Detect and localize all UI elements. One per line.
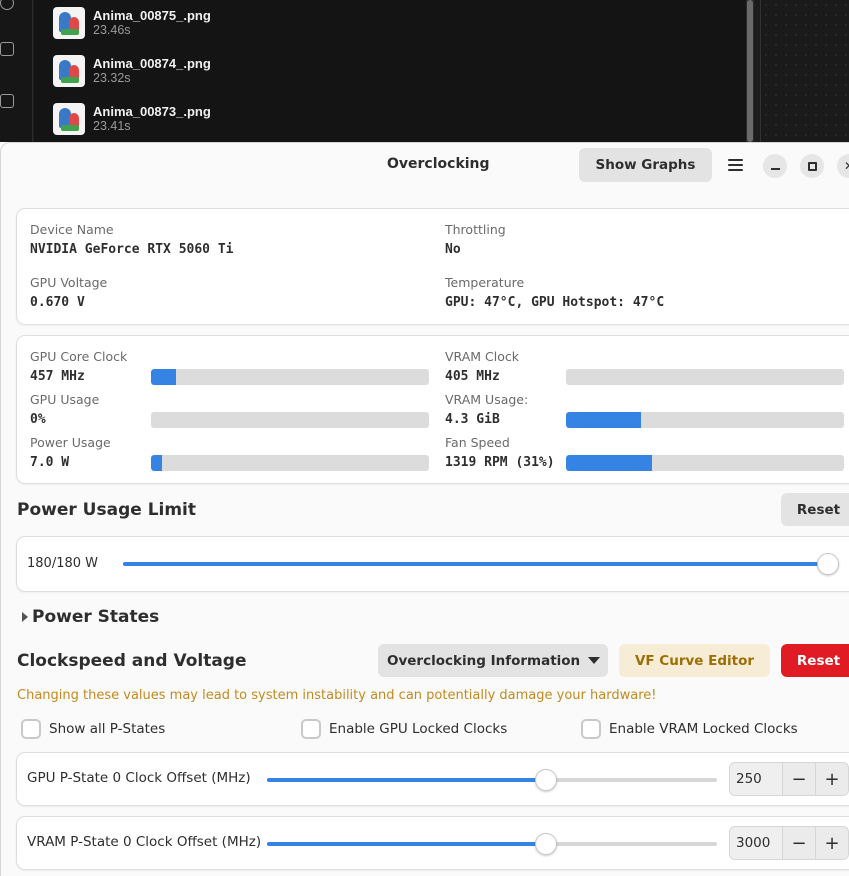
list-item[interactable]: Anima_00873_.png 23.41s <box>53 102 211 136</box>
chevron-down-icon <box>588 657 601 664</box>
checkbox-box[interactable] <box>301 719 321 739</box>
canvas-area <box>760 0 849 142</box>
checkbox-label: Show all P-States <box>49 721 166 737</box>
vram-offset-input[interactable]: 3000 <box>730 827 782 859</box>
vram-offset-slider[interactable] <box>267 833 717 855</box>
vram-offset-slider-handle[interactable] <box>535 833 557 855</box>
warning-text: Changing these values may lead to system… <box>17 688 657 703</box>
power-usage-bar <box>151 455 429 471</box>
vram-usage-bar <box>566 412 844 428</box>
throttling-value: No <box>445 242 461 257</box>
gpu-core-clock-value: 457 MHz <box>30 369 85 384</box>
vram-offset-spinner[interactable]: 3000 − + <box>729 826 849 860</box>
vram-offset-card: VRAM P-State 0 Clock Offset (MHz) 3000 −… <box>16 816 849 870</box>
checkbox-box[interactable] <box>581 719 601 739</box>
power-usage-limit-title: Power Usage Limit <box>17 500 197 520</box>
layout-icon[interactable] <box>0 94 14 108</box>
window-title: Overclocking <box>387 156 490 172</box>
gpu-usage-value: 0% <box>30 412 46 427</box>
gpu-offset-spinner[interactable]: 250 − + <box>729 762 849 796</box>
list-item[interactable]: Anima_00875_.png 23.46s <box>53 6 211 40</box>
background-app: Anima_00875_.png 23.46s Anima_00874_.png… <box>0 0 849 142</box>
gpu-voltage-value: 0.670 V <box>30 295 85 310</box>
file-time: 23.41s <box>93 119 131 133</box>
show-graphs-button[interactable]: Show Graphs <box>579 148 712 182</box>
decrement-icon[interactable]: − <box>782 763 815 795</box>
gpu-offset-label: GPU P-State 0 Clock Offset (MHz) <box>27 770 251 786</box>
thumbnail-image <box>53 103 85 135</box>
increment-icon[interactable]: + <box>815 827 848 859</box>
dropdown-selected-value: Overclocking Information <box>387 652 581 669</box>
stats-card: GPU Core Clock 457 MHz VRAM Clock 405 MH… <box>16 335 849 484</box>
expander-arrow-icon[interactable] <box>22 612 28 622</box>
file-name: Anima_00875_.png <box>93 8 211 23</box>
file-name: Anima_00873_.png <box>93 104 211 119</box>
file-name: Anima_00874_.png <box>93 56 211 71</box>
maximize-icon[interactable] <box>800 154 824 178</box>
device-name-label: Device Name <box>30 222 114 237</box>
vram-clock-bar <box>566 369 844 385</box>
power-usage-label: Power Usage <box>30 435 111 450</box>
fan-speed-value: 1319 RPM (31%) <box>445 455 555 470</box>
overclocking-window: Overclocking Show Graphs ✕ Device Name N… <box>0 142 849 876</box>
power-limit-slider-handle[interactable] <box>817 553 839 575</box>
gpu-offset-slider-handle[interactable] <box>535 769 557 791</box>
power-limit-slider[interactable] <box>123 553 839 575</box>
power-limit-card: 180/180 W <box>16 536 849 592</box>
gpu-voltage-label: GPU Voltage <box>30 275 108 290</box>
gpu-offset-card: GPU P-State 0 Clock Offset (MHz) 250 − + <box>16 752 849 806</box>
device-info-card: Device Name NVIDIA GeForce RTX 5060 Ti T… <box>16 208 849 325</box>
enable-vram-locked-clocks-checkbox[interactable]: Enable VRAM Locked Clocks <box>581 719 798 739</box>
enable-gpu-locked-clocks-checkbox[interactable]: Enable GPU Locked Clocks <box>301 719 507 739</box>
device-name-value: NVIDIA GeForce RTX 5060 Ti <box>30 242 234 257</box>
vram-clock-label: VRAM Clock <box>445 349 519 364</box>
clockspeed-reset-button[interactable]: Reset <box>781 644 849 677</box>
gpu-core-clock-label: GPU Core Clock <box>30 349 128 364</box>
thumbnail-image <box>53 55 85 87</box>
fan-speed-bar <box>566 455 844 471</box>
vram-usage-value: 4.3 GiB <box>445 412 500 427</box>
increment-icon[interactable]: + <box>815 763 848 795</box>
file-time: 23.46s <box>93 23 131 37</box>
close-icon[interactable]: ✕ <box>837 154 849 178</box>
file-time: 23.32s <box>93 71 131 85</box>
decrement-icon[interactable]: − <box>782 827 815 859</box>
scrollbar-thumb[interactable] <box>747 0 753 142</box>
background-sidebar-rail <box>0 0 33 142</box>
workflow-icon[interactable] <box>0 42 14 56</box>
power-states-expander[interactable]: Power States <box>32 607 159 627</box>
gpu-usage-label: GPU Usage <box>30 392 100 407</box>
title-bar: Overclocking Show Graphs ✕ <box>1 143 849 189</box>
vram-clock-value: 405 MHz <box>445 369 500 384</box>
gpu-usage-bar <box>151 412 429 428</box>
show-all-pstates-checkbox[interactable]: Show all P-States <box>21 719 165 739</box>
hamburger-menu-icon[interactable] <box>722 152 748 178</box>
node-icon[interactable] <box>0 0 14 10</box>
vram-offset-label: VRAM P-State 0 Clock Offset (MHz) <box>27 834 262 850</box>
overclocking-information-dropdown[interactable]: Overclocking Information <box>378 644 608 677</box>
gpu-offset-slider[interactable] <box>267 769 717 791</box>
clockspeed-voltage-title: Clockspeed and Voltage <box>17 651 247 671</box>
thumbnail-image <box>53 7 85 39</box>
vram-usage-label: VRAM Usage: <box>445 392 529 407</box>
power-limit-reset-button[interactable]: Reset <box>781 493 849 526</box>
temperature-value: GPU: 47°C, GPU Hotspot: 47°C <box>445 295 665 310</box>
minimize-icon[interactable] <box>763 154 787 178</box>
fan-speed-label: Fan Speed <box>445 435 510 450</box>
throttling-label: Throttling <box>445 222 506 237</box>
checkbox-label: Enable VRAM Locked Clocks <box>609 721 798 737</box>
power-limit-value: 180/180 W <box>27 556 98 571</box>
power-usage-value: 7.0 W <box>30 455 70 470</box>
list-item[interactable]: Anima_00874_.png 23.32s <box>53 54 211 88</box>
gpu-offset-input[interactable]: 250 <box>730 763 782 795</box>
gpu-core-clock-bar <box>151 369 429 385</box>
checkbox-box[interactable] <box>21 719 41 739</box>
checkbox-label: Enable GPU Locked Clocks <box>329 721 508 737</box>
vf-curve-editor-button[interactable]: VF Curve Editor <box>619 644 770 677</box>
temperature-label: Temperature <box>445 275 525 290</box>
